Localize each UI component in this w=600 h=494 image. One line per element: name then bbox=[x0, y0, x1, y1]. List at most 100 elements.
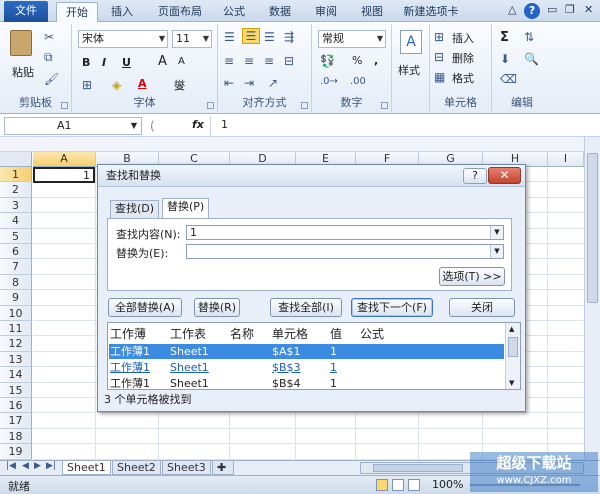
restore-icon[interactable]: ❐ bbox=[565, 3, 575, 16]
italic-button[interactable]: I bbox=[102, 56, 106, 69]
result-book[interactable]: 工作薄1 bbox=[110, 360, 150, 375]
tab-home[interactable]: 开始 bbox=[56, 2, 98, 23]
vertical-scrollbar[interactable] bbox=[584, 137, 600, 460]
styles-icon[interactable]: A bbox=[400, 30, 422, 54]
vertical-scroll-thumb[interactable] bbox=[587, 153, 598, 303]
page-layout-view-icon[interactable] bbox=[392, 479, 404, 491]
fill-color-icon[interactable]: ◈ bbox=[112, 78, 121, 92]
cut-icon[interactable]: ✂ bbox=[44, 30, 54, 44]
result-row[interactable]: 工作薄1 Sheet1 $B$4 1 bbox=[109, 376, 504, 389]
increase-decimal-icon[interactable]: .0→ bbox=[320, 76, 338, 87]
row-header[interactable]: 13 bbox=[0, 351, 32, 368]
tab-data[interactable]: 数据 bbox=[260, 2, 300, 22]
result-header-value[interactable]: 值 bbox=[330, 325, 342, 342]
column-header[interactable]: I bbox=[548, 152, 584, 167]
tab-new[interactable]: 新建选项卡 bbox=[396, 2, 466, 22]
row-header[interactable]: 19 bbox=[0, 444, 32, 460]
result-header-sheet[interactable]: 工作表 bbox=[170, 325, 206, 342]
scroll-down-icon[interactable]: ▼ bbox=[509, 379, 514, 387]
result-row[interactable]: 工作薄1 Sheet1 $B$3 1 bbox=[109, 360, 504, 375]
page-break-view-icon[interactable] bbox=[408, 479, 420, 491]
minimize-icon[interactable]: ▭ bbox=[547, 3, 557, 16]
prev-sheet-icon[interactable]: ◀ bbox=[22, 461, 29, 471]
find-next-button[interactable]: 查找下一个(F) bbox=[351, 298, 433, 317]
tab-page-layout[interactable]: 页面布局 bbox=[150, 2, 210, 22]
sheet-tab-1[interactable]: Sheet1 bbox=[62, 461, 111, 475]
row-header[interactable]: 10 bbox=[0, 305, 32, 321]
result-cell[interactable]: $B$3 bbox=[272, 360, 301, 375]
percent-button[interactable]: % bbox=[352, 54, 362, 67]
font-size-combo[interactable]: 11 ▼ bbox=[172, 30, 212, 48]
scroll-up-icon[interactable]: ▲ bbox=[509, 325, 514, 333]
row-header[interactable]: 2 bbox=[0, 182, 32, 198]
font-launcher-icon[interactable] bbox=[207, 102, 214, 109]
grow-font-button[interactable]: A bbox=[158, 54, 167, 69]
delete-cells-icon[interactable]: ⊟ bbox=[434, 50, 444, 64]
copy-icon[interactable]: ⧉ bbox=[44, 50, 53, 65]
insert-cells-icon[interactable]: ⊞ bbox=[434, 30, 444, 44]
options-button[interactable]: 选项(T) >> bbox=[439, 267, 505, 286]
orientation-icon[interactable]: ↗ bbox=[268, 76, 278, 90]
align-right-icon[interactable]: ≡ bbox=[264, 54, 274, 68]
paste-button[interactable]: 粘贴 bbox=[12, 64, 34, 80]
result-header-cell[interactable]: 单元格 bbox=[272, 325, 308, 342]
increase-indent-icon[interactable]: ⇥ bbox=[244, 76, 254, 90]
currency-icon[interactable]: 💱 bbox=[320, 54, 335, 68]
column-header[interactable]: A bbox=[33, 152, 96, 167]
row-header[interactable]: 14 bbox=[0, 367, 32, 383]
delete-cells-button[interactable]: 删除 bbox=[452, 50, 474, 66]
row-header[interactable]: 5 bbox=[0, 228, 32, 244]
alignment-launcher-icon[interactable] bbox=[301, 102, 308, 109]
tab-find[interactable]: 查找(D) bbox=[110, 200, 160, 218]
sort-filter-icon[interactable]: ⇅ bbox=[524, 30, 534, 44]
insert-cells-button[interactable]: 插入 bbox=[452, 30, 474, 46]
result-header-name[interactable]: 名称 bbox=[230, 325, 254, 342]
new-sheet-icon[interactable]: ✚ bbox=[212, 461, 234, 475]
close-button[interactable]: 关闭 bbox=[449, 298, 515, 317]
row-header[interactable]: 11 bbox=[0, 321, 32, 337]
row-header[interactable]: 1 bbox=[0, 167, 32, 183]
font-name-combo[interactable]: 宋体 ▼ bbox=[78, 30, 168, 48]
tab-view[interactable]: 视图 bbox=[352, 2, 392, 22]
font-color-button[interactable]: A bbox=[138, 77, 147, 90]
row-header[interactable]: 3 bbox=[0, 197, 32, 214]
decrease-indent-icon[interactable]: ⇤ bbox=[224, 76, 234, 90]
zoom-level[interactable]: 100% bbox=[432, 478, 463, 491]
bold-button[interactable]: B bbox=[82, 56, 90, 69]
find-all-button[interactable]: 查找全部(I) bbox=[270, 298, 342, 317]
row-header[interactable]: 7 bbox=[0, 259, 32, 275]
tab-insert[interactable]: 插入 bbox=[104, 2, 140, 22]
normal-view-icon[interactable] bbox=[376, 479, 388, 491]
find-what-input[interactable]: 1 ▼ bbox=[186, 225, 504, 240]
dialog-close-icon[interactable]: ✕ bbox=[488, 167, 521, 184]
result-header-formula[interactable]: 公式 bbox=[360, 325, 384, 342]
chevron-down-icon[interactable]: ▼ bbox=[490, 226, 503, 239]
comma-button[interactable]: , bbox=[374, 54, 378, 67]
chevron-down-icon[interactable]: ▼ bbox=[490, 245, 503, 258]
format-cells-button[interactable]: 格式 bbox=[452, 70, 474, 86]
row-header[interactable]: 12 bbox=[0, 336, 32, 352]
result-row[interactable]: 工作薄1 Sheet1 $A$1 1 bbox=[109, 344, 504, 359]
paste-icon[interactable] bbox=[10, 30, 32, 56]
decrease-decimal-icon[interactable]: .00 bbox=[350, 76, 366, 87]
phonetic-button[interactable]: 燮 bbox=[174, 77, 185, 93]
shrink-font-button[interactable]: A bbox=[178, 56, 185, 67]
autosum-button[interactable]: Σ bbox=[500, 30, 509, 45]
row-header[interactable]: 15 bbox=[0, 382, 32, 398]
dialog-help-button[interactable]: ? bbox=[463, 168, 487, 184]
tab-formulas[interactable]: 公式 bbox=[214, 2, 254, 22]
last-sheet-icon[interactable]: ▶| bbox=[46, 461, 56, 471]
replace-button[interactable]: 替换(R) bbox=[194, 298, 240, 317]
replace-all-button[interactable]: 全部替换(A) bbox=[108, 298, 182, 317]
active-cell-a1[interactable]: 1 bbox=[33, 167, 95, 183]
row-header[interactable]: 8 bbox=[0, 274, 32, 291]
help-icon[interactable]: ? bbox=[524, 3, 540, 19]
result-sheet[interactable]: Sheet1 bbox=[170, 360, 209, 375]
align-top-icon[interactable]: ☰ bbox=[224, 30, 235, 44]
insert-function-icon[interactable]: fx bbox=[192, 118, 204, 131]
formula-cancel-icon[interactable]: ( bbox=[150, 119, 155, 133]
next-sheet-icon[interactable]: ▶ bbox=[34, 461, 41, 471]
border-icon[interactable]: ⊞ bbox=[82, 78, 92, 92]
format-painter-icon[interactable]: 🖌 bbox=[44, 72, 59, 86]
row-header[interactable]: 4 bbox=[0, 213, 32, 229]
